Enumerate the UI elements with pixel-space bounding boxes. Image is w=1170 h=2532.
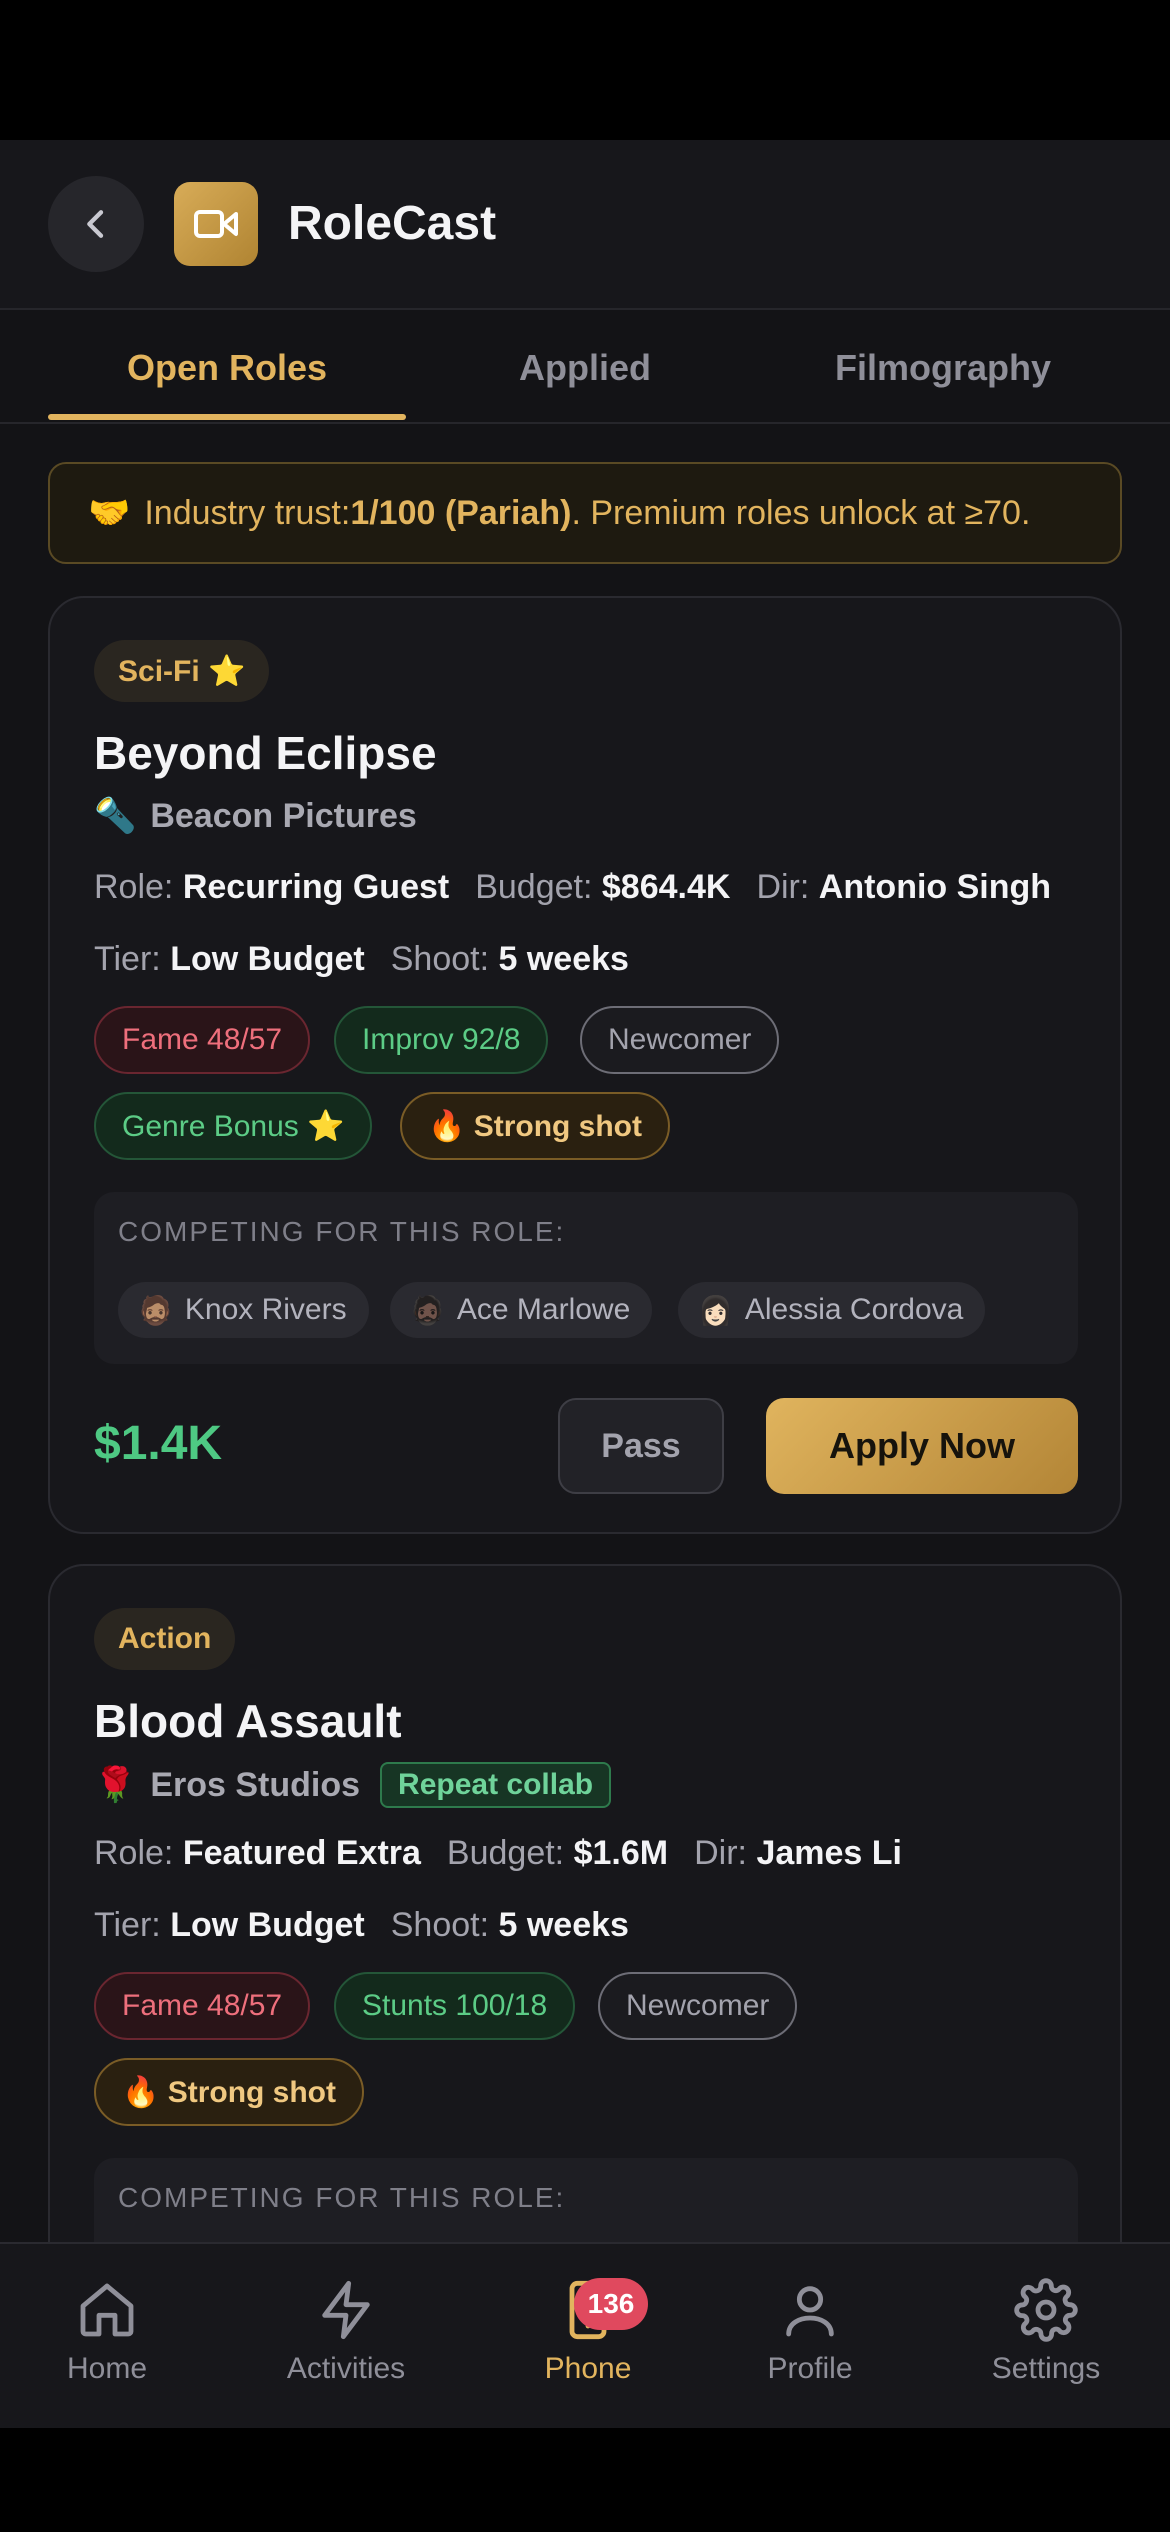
role-label: Role: (94, 868, 174, 906)
shoot-label: Shoot: (390, 1906, 490, 1944)
genre-badge: Action (94, 1608, 236, 1670)
tier-details-row: Tier: Low Budget Shoot: 5 weeks (94, 940, 629, 979)
skill-chip: Stunts 100/18 (334, 1972, 576, 2040)
competitors-heading: COMPETING FOR THIS ROLE: (118, 1216, 566, 1247)
director-value: Antonio Singh (818, 868, 1052, 906)
notification-badge: 136 (574, 2278, 648, 2330)
budget-value: $864.4K (601, 868, 731, 906)
genre-badge: Sci-Fi ⭐ (94, 640, 270, 702)
nav-phone[interactable]: Phone 136 (528, 2244, 648, 2428)
tier-value: Low Budget (170, 1906, 365, 1944)
nav-home[interactable]: Home (40, 2244, 174, 2428)
genre-bonus-chip: Genre Bonus ⭐ (94, 1092, 373, 1160)
flashlight-icon: 🔦 (94, 797, 137, 835)
nav-phone-label: Phone (544, 2352, 632, 2385)
role-title: Blood Assault (94, 1695, 402, 1747)
app-screen: RoleCast Open Roles Applied Filmography … (0, 140, 1170, 2428)
tier-details-row: Tier: Low Budget Shoot: 5 weeks (94, 1906, 629, 1945)
strong-shot-chip: 🔥 Strong shot (400, 1092, 670, 1160)
budget-label: Budget: (446, 1834, 565, 1872)
tier-value: Low Budget (170, 940, 365, 978)
status-bar-area (0, 0, 1170, 140)
nav-home-label: Home (66, 2352, 148, 2385)
newcomer-chip: Newcomer (598, 1972, 798, 2040)
back-button[interactable] (48, 176, 144, 272)
trust-suffix: . Premium roles unlock at ≥70. (571, 493, 1031, 532)
nav-activities[interactable]: Activities (266, 2244, 426, 2428)
budget-label: Budget: (475, 868, 593, 906)
avatar: 👩🏻 (698, 1294, 733, 1326)
competitors-heading: COMPETING FOR THIS ROLE: (118, 2182, 566, 2213)
budget-value: $1.6M (573, 1834, 669, 1872)
fame-chip: Fame 48/57 (94, 1006, 311, 1074)
chevron-left-icon (87, 210, 104, 238)
tab-open-roles[interactable]: Open Roles (48, 312, 406, 424)
home-icon (80, 2283, 134, 2337)
role-card: Sci-Fi ⭐ Beyond Eclipse 🔦 Beacon Picture… (48, 596, 1122, 1534)
tab-filmography[interactable]: Filmography (764, 312, 1122, 424)
gear-icon (1014, 2278, 1078, 2342)
active-tab-indicator (48, 414, 406, 420)
avatar: 🧔🏿 (410, 1294, 445, 1326)
nav-settings-label: Settings (991, 2352, 1101, 2385)
director-label: Dir: (694, 1834, 747, 1872)
rose-icon: 🌹 (94, 1766, 137, 1804)
tab-applied[interactable]: Applied (406, 312, 764, 424)
nav-profile-label: Profile (767, 2352, 853, 2385)
bottom-navigation: Home Activities Phone 136 Profile Settin… (0, 2242, 1170, 2428)
lightning-icon (322, 2280, 370, 2340)
newcomer-chip: Newcomer (580, 1006, 780, 1074)
director-value: James Li (756, 1834, 902, 1872)
pay-amount: $1.4K (94, 1417, 223, 1470)
nav-profile[interactable]: Profile (740, 2244, 880, 2428)
skill-chip: Improv 92/8 (334, 1006, 549, 1074)
shoot-value: 5 weeks (498, 940, 629, 978)
role-label: Role: (94, 1834, 174, 1872)
nav-settings[interactable]: Settings (974, 2244, 1118, 2428)
nav-activities-label: Activities (286, 2352, 406, 2385)
competitors-panel: COMPETING FOR THIS ROLE: 🧔🏽 Knox Rivers … (94, 1192, 1078, 1364)
role-title: Beyond Eclipse (94, 727, 437, 779)
repeat-collab-badge: Repeat collab (380, 1762, 612, 1808)
role-card: Action Blood Assault 🌹 Eros Studios Repe… (48, 1564, 1122, 2330)
fame-chip: Fame 48/57 (94, 1972, 311, 2040)
app-header: RoleCast (0, 140, 1170, 310)
studio: 🔦 Beacon Pictures (94, 796, 417, 836)
shoot-label: Shoot: (390, 940, 490, 978)
tier-label: Tier: (94, 1906, 161, 1944)
competitor-chip: 🧔🏿 Ace Marlowe (390, 1282, 653, 1338)
competitor-name: Ace Marlowe (456, 1293, 631, 1326)
trust-value: 1/100 (Pariah) (350, 493, 572, 532)
user-icon (786, 2286, 834, 2337)
tier-label: Tier: (94, 940, 161, 978)
studio-name: Beacon Pictures (150, 796, 417, 835)
role-details-row: Role: Featured Extra Budget: $1.6M Dir: Ja… (94, 1834, 902, 1873)
studio-name: Eros Studios (150, 1765, 361, 1804)
video-camera-icon (194, 210, 238, 238)
tab-bar: Open Roles Applied Filmography (0, 312, 1170, 424)
app-logo (174, 182, 258, 266)
competitor-chip: 👩🏻 Alessia Cordova (678, 1282, 986, 1338)
competitor-name: Alessia Cordova (744, 1293, 964, 1326)
industry-trust-banner: 🤝 Industry trust: 1/100 (Pariah) . Premi… (48, 462, 1122, 564)
role-value: Recurring Guest (182, 868, 450, 906)
avatar: 🧔🏽 (138, 1294, 173, 1326)
trust-prefix: Industry trust: (144, 493, 351, 532)
shoot-value: 5 weeks (498, 1906, 629, 1944)
strong-shot-chip: 🔥 Strong shot (94, 2058, 364, 2126)
home-indicator-area (0, 2428, 1170, 2532)
role-details-row: Role: Recurring Guest Budget: $864.4K Dir:… (94, 868, 1051, 907)
studio: 🌹 Eros Studios Repeat collab (94, 1762, 612, 1808)
handshake-icon: 🤝 (88, 494, 131, 532)
role-value: Featured Extra (182, 1834, 421, 1872)
competitor-chip: 🧔🏽 Knox Rivers (118, 1282, 369, 1338)
pass-button[interactable]: Pass (558, 1398, 724, 1494)
competitor-name: Knox Rivers (184, 1293, 347, 1326)
apply-now-button[interactable]: Apply Now (766, 1398, 1078, 1494)
director-label: Dir: (756, 868, 810, 906)
page-title: RoleCast (288, 197, 497, 250)
